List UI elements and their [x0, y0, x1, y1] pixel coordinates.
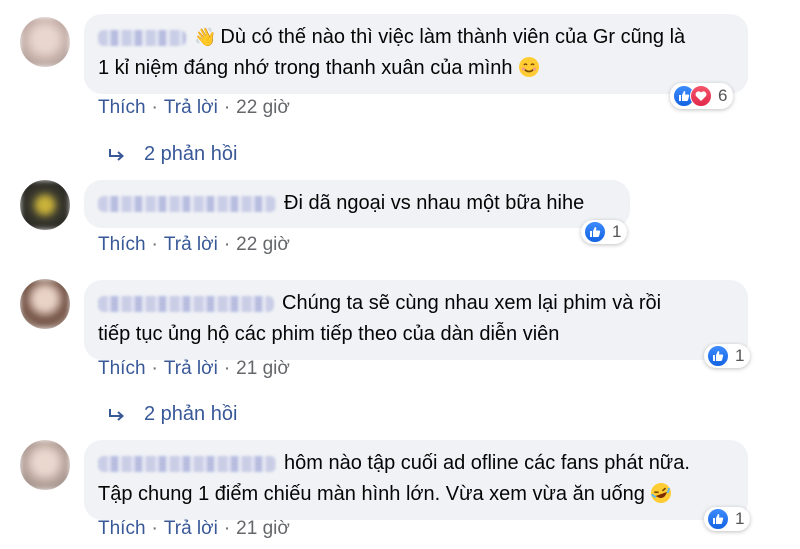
like-reaction-icon	[707, 345, 729, 367]
comment-text-line2: tiếp tục ủng hộ các phim tiếp theo của d…	[98, 323, 560, 345]
reaction-summary[interactable]: 1	[704, 507, 751, 531]
avatar[interactable]	[20, 279, 70, 329]
reaction-count: 1	[735, 346, 745, 365]
replies-count-label[interactable]: 2 phản hồi	[144, 403, 237, 426]
reply-button[interactable]: Trả lời	[164, 518, 218, 539]
like-button[interactable]: Thích	[98, 518, 146, 539]
comment-bubble: 👋 Dù có thế nào thì việc làm thành viên c…	[84, 14, 748, 94]
separator: ·	[223, 97, 231, 118]
comment-text-line2: Tập chung 1 điểm chiếu màn hình lớn. Vừa…	[98, 483, 645, 505]
reaction-summary[interactable]: 1	[704, 344, 751, 368]
separator: ·	[223, 518, 231, 539]
rolling-laughing-emoji	[651, 483, 672, 503]
like-button[interactable]: Thích	[98, 234, 146, 255]
replies-count-label[interactable]: 2 phản hồi	[144, 143, 237, 166]
like-button[interactable]: Thích	[98, 97, 146, 118]
reaction-summary[interactable]: 1	[581, 220, 628, 244]
comment-actions: Thích · Trả lời · 22 giờ	[98, 234, 290, 256]
reply-button[interactable]: Trả lời	[164, 358, 218, 379]
comment-actions: Thích · Trả lời · 21 giờ	[98, 358, 290, 380]
commenter-name[interactable]	[98, 195, 276, 212]
commenter-name[interactable]	[98, 295, 274, 312]
separator: ·	[151, 234, 158, 255]
comment-timestamp[interactable]: 22 giờ	[236, 97, 290, 118]
avatar[interactable]	[20, 440, 70, 490]
comment-actions: Thích · Trả lời · 21 giờ	[98, 518, 290, 540]
wave-icon: 👋	[194, 27, 217, 47]
separator: ·	[151, 97, 158, 118]
separator: ·	[223, 358, 231, 379]
reply-arrow-icon	[109, 148, 125, 161]
comment-bubble: Đi dã ngoại vs nhau một bữa hihe	[84, 180, 630, 228]
comment-text-line1: Chúng ta sẽ cùng nhau xem lại phim và rồ…	[282, 292, 662, 314]
comment-text-line1: hôm nào tập cuối ad ofline các fans phát…	[284, 452, 690, 474]
like-button[interactable]: Thích	[98, 358, 146, 379]
reaction-summary[interactable]: 6	[670, 83, 734, 109]
separator: ·	[151, 358, 158, 379]
reaction-count: 1	[612, 222, 622, 241]
reaction-count: 1	[735, 509, 745, 528]
comment-timestamp[interactable]: 22 giờ	[236, 234, 290, 255]
comment-timestamp[interactable]: 21 giờ	[236, 358, 290, 379]
like-reaction-icon	[584, 221, 606, 243]
separator: ·	[151, 518, 158, 539]
comment-timestamp[interactable]: 21 giờ	[236, 518, 290, 539]
avatar[interactable]	[20, 180, 70, 230]
reply-button[interactable]: Trả lời	[164, 234, 218, 255]
avatar[interactable]	[20, 17, 70, 67]
reaction-count: 6	[718, 86, 728, 105]
smiling-face-emoji	[519, 57, 540, 77]
reply-button[interactable]: Trả lời	[164, 97, 218, 118]
comment-text-line1: Đi dã ngoại vs nhau một bữa hihe	[284, 192, 585, 214]
comment-text-line2: 1 kỉ niệm đáng nhớ trong thanh xuân của …	[98, 57, 513, 79]
view-replies-link[interactable]: 2 phản hồi	[108, 403, 237, 426]
comment-bubble: hôm nào tập cuối ad ofline các fans phát…	[84, 440, 748, 520]
like-reaction-icon	[707, 508, 729, 530]
comment-bubble: Chúng ta sẽ cùng nhau xem lại phim và rồ…	[84, 280, 748, 360]
commenter-name[interactable]	[98, 29, 186, 46]
reply-arrow-icon	[109, 408, 125, 421]
comment-actions: Thích · Trả lời · 22 giờ	[98, 97, 290, 119]
view-replies-link[interactable]: 2 phản hồi	[108, 143, 237, 166]
love-reaction-icon	[690, 85, 712, 107]
comment-text-line1: Dù có thế nào thì việc làm thành viên củ…	[220, 26, 686, 48]
separator: ·	[223, 234, 231, 255]
commenter-name[interactable]	[98, 455, 276, 472]
